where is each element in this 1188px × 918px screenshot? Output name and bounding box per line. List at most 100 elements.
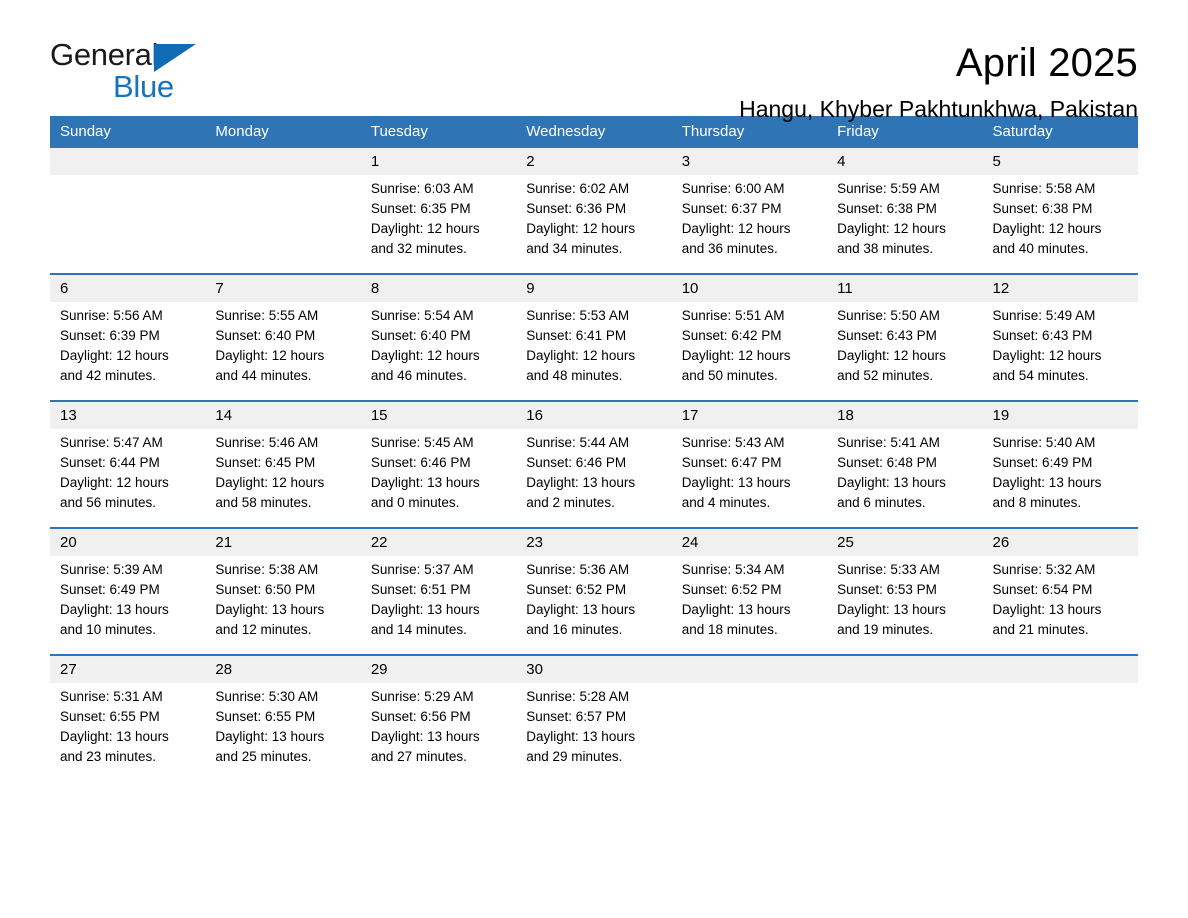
daylight-text-line1: Daylight: 13 hours <box>526 475 636 490</box>
day-cell[interactable]: Sunrise: 5:55 AM Sunset: 6:40 PM Daylight:… <box>205 302 361 401</box>
day-number[interactable]: 21 <box>205 527 361 556</box>
day-number[interactable]: 7 <box>205 273 361 302</box>
day-number[interactable]: 1 <box>360 148 517 175</box>
day-cell[interactable]: Sunrise: 5:41 AM Sunset: 6:48 PM Daylight:… <box>827 429 983 528</box>
title-block: April 2025 Hangu, Khyber Pakhtunkhwa, Pa… <box>739 38 1138 123</box>
sunset-text: Sunset: 6:40 PM <box>370 328 471 343</box>
sunrise-text: Sunrise: 5:41 AM <box>837 435 940 450</box>
day-cell[interactable]: Sunrise: 5:38 AM Sunset: 6:50 PM Daylight:… <box>205 556 361 655</box>
day-number[interactable]: 29 <box>360 654 517 683</box>
day-number[interactable]: 28 <box>205 654 361 683</box>
day-number[interactable]: 3 <box>671 148 828 175</box>
daylight-text-line2: and 32 minutes. <box>370 241 467 256</box>
day-cell[interactable]: Sunrise: 5:47 AM Sunset: 6:44 PM Daylight:… <box>50 429 206 528</box>
day-cell[interactable]: Sunrise: 5:31 AM Sunset: 6:55 PM Daylight:… <box>50 683 206 781</box>
day-number[interactable]: 18 <box>827 400 983 429</box>
day-cell[interactable]: Sunrise: 5:54 AM Sunset: 6:40 PM Daylight:… <box>360 302 517 401</box>
daylight-text-line1: Daylight: 12 hours <box>370 221 480 236</box>
week-detail-row: Sunrise: 5:39 AM Sunset: 6:49 PM Daylight:… <box>50 556 1138 655</box>
sunrise-text: Sunrise: 5:53 AM <box>526 308 630 323</box>
daylight-text-line1: Daylight: 13 hours <box>837 602 946 617</box>
day-number[interactable]: 15 <box>360 400 517 429</box>
day-cell[interactable]: Sunrise: 5:45 AM Sunset: 6:46 PM Daylight:… <box>360 429 517 528</box>
day-number[interactable]: 17 <box>671 400 828 429</box>
day-number[interactable]: 5 <box>982 148 1138 175</box>
day-number[interactable]: 27 <box>50 654 206 683</box>
sunset-text: Sunset: 6:52 PM <box>681 582 782 597</box>
daylight-text-line1: Daylight: 12 hours <box>215 475 325 490</box>
day-cell[interactable]: Sunrise: 5:58 AM Sunset: 6:38 PM Daylight:… <box>982 175 1138 274</box>
day-cell[interactable]: Sunrise: 5:53 AM Sunset: 6:41 PM Daylight:… <box>516 302 672 401</box>
sunset-text: Sunset: 6:43 PM <box>837 328 937 343</box>
day-cell[interactable]: Sunrise: 5:51 AM Sunset: 6:42 PM Daylight:… <box>671 302 828 401</box>
sunset-text: Sunset: 6:43 PM <box>992 328 1093 343</box>
week-detail-row: Sunrise: 5:47 AM Sunset: 6:44 PM Daylight:… <box>50 429 1138 528</box>
day-number[interactable]: 6 <box>50 273 206 302</box>
day-number[interactable]: 20 <box>50 527 206 556</box>
generalblue-logo[interactable]: General Blue <box>50 38 310 108</box>
day-cell[interactable]: Sunrise: 5:34 AM Sunset: 6:52 PM Daylight:… <box>671 556 828 655</box>
daylight-text-line2: and 21 minutes. <box>992 622 1089 637</box>
day-number[interactable]: 16 <box>516 400 672 429</box>
day-cell[interactable]: Sunrise: 6:03 AM Sunset: 6:35 PM Daylight:… <box>360 175 517 274</box>
day-number[interactable]: 23 <box>516 527 672 556</box>
sunrise-text: Sunrise: 5:46 AM <box>215 435 319 450</box>
day-cell[interactable]: Sunrise: 5:32 AM Sunset: 6:54 PM Daylight:… <box>982 556 1138 655</box>
day-number[interactable]: 12 <box>982 273 1138 302</box>
daylight-text-line1: Daylight: 12 hours <box>526 348 636 363</box>
day-number[interactable]: 13 <box>50 400 206 429</box>
sunset-text: Sunset: 6:55 PM <box>215 709 316 724</box>
daylight-text-line2: and 6 minutes. <box>837 495 926 510</box>
sunrise-text: Sunrise: 5:40 AM <box>992 435 1096 450</box>
day-number[interactable]: 9 <box>516 273 672 302</box>
week-detail-row: Sunrise: 5:31 AM Sunset: 6:55 PM Daylight:… <box>50 683 1138 781</box>
day-cell[interactable]: Sunrise: 5:39 AM Sunset: 6:49 PM Daylight:… <box>50 556 206 655</box>
daylight-text-line2: and 52 minutes. <box>837 368 934 383</box>
page-subtitle: Hangu, Khyber Pakhtunkhwa, Pakistan <box>739 96 1138 122</box>
day-cell[interactable]: Sunrise: 5:37 AM Sunset: 6:51 PM Daylight:… <box>360 556 517 655</box>
logo-triangle-icon <box>154 44 196 72</box>
day-cell[interactable]: Sunrise: 5:56 AM Sunset: 6:39 PM Daylight:… <box>50 302 206 401</box>
day-cell[interactable]: Sunrise: 5:44 AM Sunset: 6:46 PM Daylight:… <box>516 429 672 528</box>
day-cell[interactable]: Sunrise: 5:40 AM Sunset: 6:49 PM Daylight:… <box>982 429 1138 528</box>
day-cell[interactable]: Sunrise: 5:46 AM Sunset: 6:45 PM Daylight:… <box>205 429 361 528</box>
daylight-text-line1: Daylight: 13 hours <box>526 602 636 617</box>
day-number[interactable]: 14 <box>205 400 361 429</box>
day-cell[interactable]: Sunrise: 5:29 AM Sunset: 6:56 PM Daylight:… <box>360 683 517 781</box>
day-number[interactable]: 26 <box>982 527 1138 556</box>
sunset-text: Sunset: 6:42 PM <box>681 328 782 343</box>
week-detail-row: Sunrise: 6:03 AM Sunset: 6:35 PM Daylight:… <box>50 175 1138 274</box>
sunrise-text: Sunrise: 5:32 AM <box>992 562 1096 577</box>
daylight-text-line2: and 14 minutes. <box>370 622 467 637</box>
day-number-empty <box>671 654 828 683</box>
daylight-text-line1: Daylight: 12 hours <box>215 348 325 363</box>
day-cell[interactable]: Sunrise: 5:49 AM Sunset: 6:43 PM Daylight:… <box>982 302 1138 401</box>
daylight-text-line2: and 50 minutes. <box>681 368 778 383</box>
sunrise-text: Sunrise: 5:30 AM <box>215 689 319 704</box>
daylight-text-line1: Daylight: 12 hours <box>526 221 636 236</box>
day-number[interactable]: 2 <box>516 148 672 175</box>
day-cell[interactable]: Sunrise: 5:36 AM Sunset: 6:52 PM Daylight:… <box>516 556 672 655</box>
day-cell-empty <box>671 683 828 781</box>
day-number[interactable]: 22 <box>360 527 517 556</box>
day-cell[interactable]: Sunrise: 5:30 AM Sunset: 6:55 PM Daylight:… <box>205 683 361 781</box>
day-number[interactable]: 19 <box>982 400 1138 429</box>
sunset-text: Sunset: 6:54 PM <box>992 582 1093 597</box>
daylight-text-line2: and 46 minutes. <box>370 368 467 383</box>
day-cell[interactable]: Sunrise: 5:50 AM Sunset: 6:43 PM Daylight:… <box>827 302 983 401</box>
day-cell-empty <box>205 175 361 274</box>
day-number[interactable]: 11 <box>827 273 983 302</box>
day-cell[interactable]: Sunrise: 5:43 AM Sunset: 6:47 PM Daylight:… <box>671 429 828 528</box>
day-cell[interactable]: Sunrise: 5:28 AM Sunset: 6:57 PM Daylight:… <box>516 683 672 781</box>
day-cell[interactable]: Sunrise: 6:02 AM Sunset: 6:36 PM Daylight:… <box>516 175 672 274</box>
day-number[interactable]: 4 <box>827 148 983 175</box>
day-number[interactable]: 30 <box>516 654 672 683</box>
day-cell[interactable]: Sunrise: 6:00 AM Sunset: 6:37 PM Daylight:… <box>671 175 828 274</box>
day-number[interactable]: 8 <box>360 273 517 302</box>
day-number[interactable]: 25 <box>827 527 983 556</box>
day-number[interactable]: 24 <box>671 527 828 556</box>
daylight-text-line1: Daylight: 13 hours <box>60 729 169 744</box>
day-number[interactable]: 10 <box>671 273 828 302</box>
day-cell[interactable]: Sunrise: 5:33 AM Sunset: 6:53 PM Daylight:… <box>827 556 983 655</box>
day-cell[interactable]: Sunrise: 5:59 AM Sunset: 6:38 PM Daylight:… <box>827 175 983 274</box>
